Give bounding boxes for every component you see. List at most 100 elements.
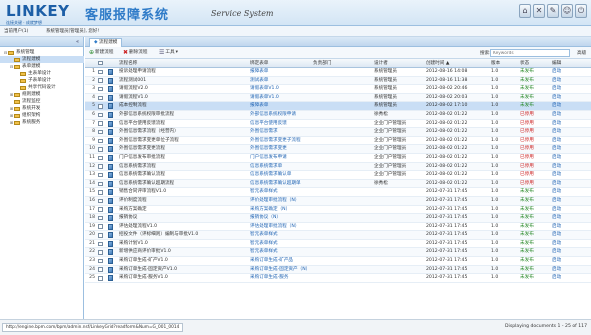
- start-link[interactable]: 启动: [552, 223, 584, 231]
- table-row[interactable]: 16 评价制度流程 评价处理审批流程（N） 2012-07-31 17:45 1.0 未发…: [85, 196, 591, 206]
- table-row[interactable]: 11 门户信息发布审批流程 门户信息发布申请 企业门户管理员 2012-08-02 01…: [85, 154, 591, 163]
- bound-form-link[interactable]: 采购订单生成-矿产品: [250, 257, 310, 265]
- bound-form-link[interactable]: 信息系统需求确认超期单: [250, 180, 310, 188]
- start-link[interactable]: 启动: [552, 154, 584, 162]
- table-row[interactable]: 19 评估处理流程V1.0 评估处理审批流程（N） 2012-07-31 17:45 1…: [85, 223, 591, 232]
- process-name[interactable]: 流程测试001: [119, 77, 247, 85]
- process-name[interactable]: 投诉处理申请流程: [119, 68, 247, 76]
- process-name[interactable]: 新增供应商评价审批V1.0: [119, 248, 247, 256]
- start-link[interactable]: 启动: [552, 68, 584, 76]
- process-name[interactable]: 信息系统需求流程: [119, 163, 247, 171]
- bound-form-link[interactable]: 外部信息系统权限申请: [250, 111, 310, 119]
- col-status[interactable]: 状态: [520, 59, 550, 68]
- process-name[interactable]: 采购订单生成-矿产V1.0: [119, 257, 247, 265]
- sidebar-item[interactable]: 流程建模: [0, 56, 84, 63]
- power-icon[interactable]: ⏻: [575, 4, 587, 18]
- start-link[interactable]: 启动: [552, 248, 584, 256]
- bound-form-link[interactable]: 评估处理审批流程（N）: [250, 223, 310, 231]
- start-link[interactable]: 启动: [552, 197, 584, 205]
- user-icon[interactable]: ☺: [561, 4, 573, 18]
- table-row[interactable]: 15 销售合同评审流程V1.0 智元表单样式 2012-07-31 17:45 1.0 未…: [85, 188, 591, 197]
- start-link[interactable]: 启动: [552, 94, 584, 102]
- start-link[interactable]: 启动: [552, 274, 584, 282]
- bound-form-link[interactable]: 外围信息需求变更子流程: [250, 137, 310, 145]
- start-link[interactable]: 启动: [552, 145, 584, 153]
- settings-icon[interactable]: ✎: [547, 4, 559, 18]
- bound-form-link[interactable]: 信息系统需求单: [250, 163, 310, 171]
- home-icon[interactable]: ⌂: [519, 4, 531, 18]
- bound-form-link[interactable]: 外围信息需求变更: [250, 145, 310, 153]
- bound-form-link[interactable]: 外围信息需求: [250, 128, 310, 136]
- start-link[interactable]: 启动: [552, 171, 584, 179]
- col-dept[interactable]: 负责部门: [313, 59, 371, 68]
- tab-process-modeling[interactable]: ◆ 流程建模: [89, 38, 123, 47]
- advanced-search-link[interactable]: 高级: [577, 50, 586, 56]
- process-name[interactable]: 招投文件（评标细则）编制与审批V1.0: [119, 231, 247, 239]
- bound-form-link[interactable]: 报障表单: [250, 68, 310, 76]
- start-link[interactable]: 启动: [552, 257, 584, 265]
- bound-form-link[interactable]: 采购订单生成-固定资产（N）: [250, 266, 310, 274]
- bound-form-link[interactable]: 评价处理审批流程（N）: [250, 197, 310, 205]
- table-row[interactable]: 24 采购订单生成-固定资产V1.0 采购订单生成-固定资产（N） 2012-07-3…: [85, 265, 591, 275]
- bound-form-link[interactable]: 报销协议（N）: [250, 214, 310, 222]
- table-row[interactable]: 20 招投文件（评标细则）编制与审批V1.0 智元表单样式 2012-07-31 17…: [85, 231, 591, 240]
- sidebar-item[interactable]: ⊟ 表单建模: [0, 63, 84, 70]
- process-name[interactable]: 报销协议: [119, 214, 247, 222]
- process-name[interactable]: 外部信息系统权限审批流程: [119, 111, 247, 119]
- table-row[interactable]: 22 新增供应商评价审批V1.0 智元表单样式 2012-07-31 17:45 1.0…: [85, 248, 591, 258]
- process-name[interactable]: 销售合同评审流程V1.0: [119, 188, 247, 196]
- table-row[interactable]: 3 请假流程V2.0 请假表单V1.0 系统管理员 2012-08-02 20:46 1.…: [85, 85, 591, 94]
- process-name[interactable]: 外围信息需求变更流程: [119, 145, 247, 153]
- start-link[interactable]: 启动: [552, 111, 584, 119]
- table-row[interactable]: 7 信息平台使用反馈流程 信息平台使用反馈 企业门户管理员 2012-08-02 01:…: [85, 120, 591, 129]
- start-link[interactable]: 启动: [552, 137, 584, 145]
- start-link[interactable]: 启动: [552, 120, 584, 128]
- tools-menu-button[interactable]: ☰ 工具 ▾: [159, 49, 178, 57]
- process-name[interactable]: 外围信息需求变更单位子流程: [119, 137, 247, 145]
- process-name[interactable]: 评价制度流程: [119, 197, 247, 205]
- start-link[interactable]: 启动: [552, 77, 584, 85]
- bound-form-link[interactable]: 请假表单V1.0: [250, 94, 310, 102]
- sidebar-item[interactable]: ⊞ 系统开发: [0, 105, 84, 112]
- start-link[interactable]: 启动: [552, 102, 584, 110]
- start-link[interactable]: 启动: [552, 240, 584, 248]
- bound-form-link[interactable]: 信息平台使用反馈: [250, 120, 310, 128]
- bound-form-link[interactable]: 智元表单样式: [250, 240, 310, 248]
- close-icon[interactable]: ✕: [533, 4, 545, 18]
- process-name[interactable]: 采购计划V1.0: [119, 240, 247, 248]
- start-link[interactable]: 启动: [552, 180, 584, 188]
- start-link[interactable]: 启动: [552, 231, 584, 239]
- process-name[interactable]: 评估处理流程V1.0: [119, 223, 247, 231]
- process-name[interactable]: 采购方案确定: [119, 206, 247, 214]
- col-form[interactable]: 绑定表单: [250, 59, 310, 68]
- bound-form-link[interactable]: 智元表单样式: [250, 231, 310, 239]
- start-link[interactable]: 启动: [552, 85, 584, 93]
- process-name[interactable]: 成本控制流程: [119, 102, 247, 110]
- table-row[interactable]: 6 外部信息系统权限审批流程 外部信息系统权限申请 徐秀松 2012-08-02 01:…: [85, 110, 591, 120]
- table-row[interactable]: 5 成本控制流程 报障表单 系统管理员 2012-08-02 17:10 1.0 未发布 启动: [85, 102, 591, 111]
- table-row[interactable]: 4 请假流程V1.0 请假表单V1.0 系统管理员 2012-08-02 20:03 1.…: [85, 93, 591, 103]
- table-row[interactable]: 13 信息系统需求确认流程 信息系统需求确认单 企业门户管理员 2012-08-02 0…: [85, 171, 591, 180]
- sidebar-item[interactable]: ⊟ 系统管理: [0, 49, 84, 56]
- table-row[interactable]: 17 采购方案确定 采购方案确定（N） 2012-07-31 17:45 1.0 未发布 启…: [85, 206, 591, 215]
- sidebar-item[interactable]: 流程监控: [0, 98, 84, 105]
- process-name[interactable]: 信息平台使用反馈流程: [119, 120, 247, 128]
- sidebar-item[interactable]: 主表单设计: [0, 70, 84, 77]
- bound-form-link[interactable]: 测试表单: [250, 77, 310, 85]
- bound-form-link[interactable]: 报障表单: [250, 102, 310, 110]
- table-row[interactable]: 10 外围信息需求变更流程 外围信息需求变更 企业门户管理员 2012-08-02 01…: [85, 145, 591, 154]
- process-name[interactable]: 请假流程V1.0: [119, 94, 247, 102]
- sidebar-item[interactable]: ⊞ 规则建模: [0, 91, 84, 98]
- sidebar-item[interactable]: ⊞ 系统服务: [0, 119, 84, 126]
- collapse-icon[interactable]: «: [76, 39, 79, 45]
- start-link[interactable]: 启动: [552, 188, 584, 196]
- sidebar-item[interactable]: 子表单设计: [0, 77, 84, 84]
- start-link[interactable]: 启动: [552, 206, 584, 214]
- table-row[interactable]: 18 报销协议 报销协议（N） 2012-07-31 17:45 1.0 未发布 启动: [85, 214, 591, 223]
- bound-form-link[interactable]: 智元表单样式: [250, 248, 310, 256]
- table-row[interactable]: 21 采购计划V1.0 智元表单样式 2012-07-31 17:45 1.0 未发布 启动: [85, 240, 591, 249]
- process-name[interactable]: 采购订单生成-固定资产V1.0: [119, 266, 247, 274]
- process-name[interactable]: 外围信息需求流程（经营内）: [119, 128, 247, 136]
- bound-form-link[interactable]: 信息系统需求确认单: [250, 171, 310, 179]
- table-row[interactable]: 12 信息系统需求流程 信息系统需求单 企业门户管理员 2012-08-02 01:22…: [85, 162, 591, 172]
